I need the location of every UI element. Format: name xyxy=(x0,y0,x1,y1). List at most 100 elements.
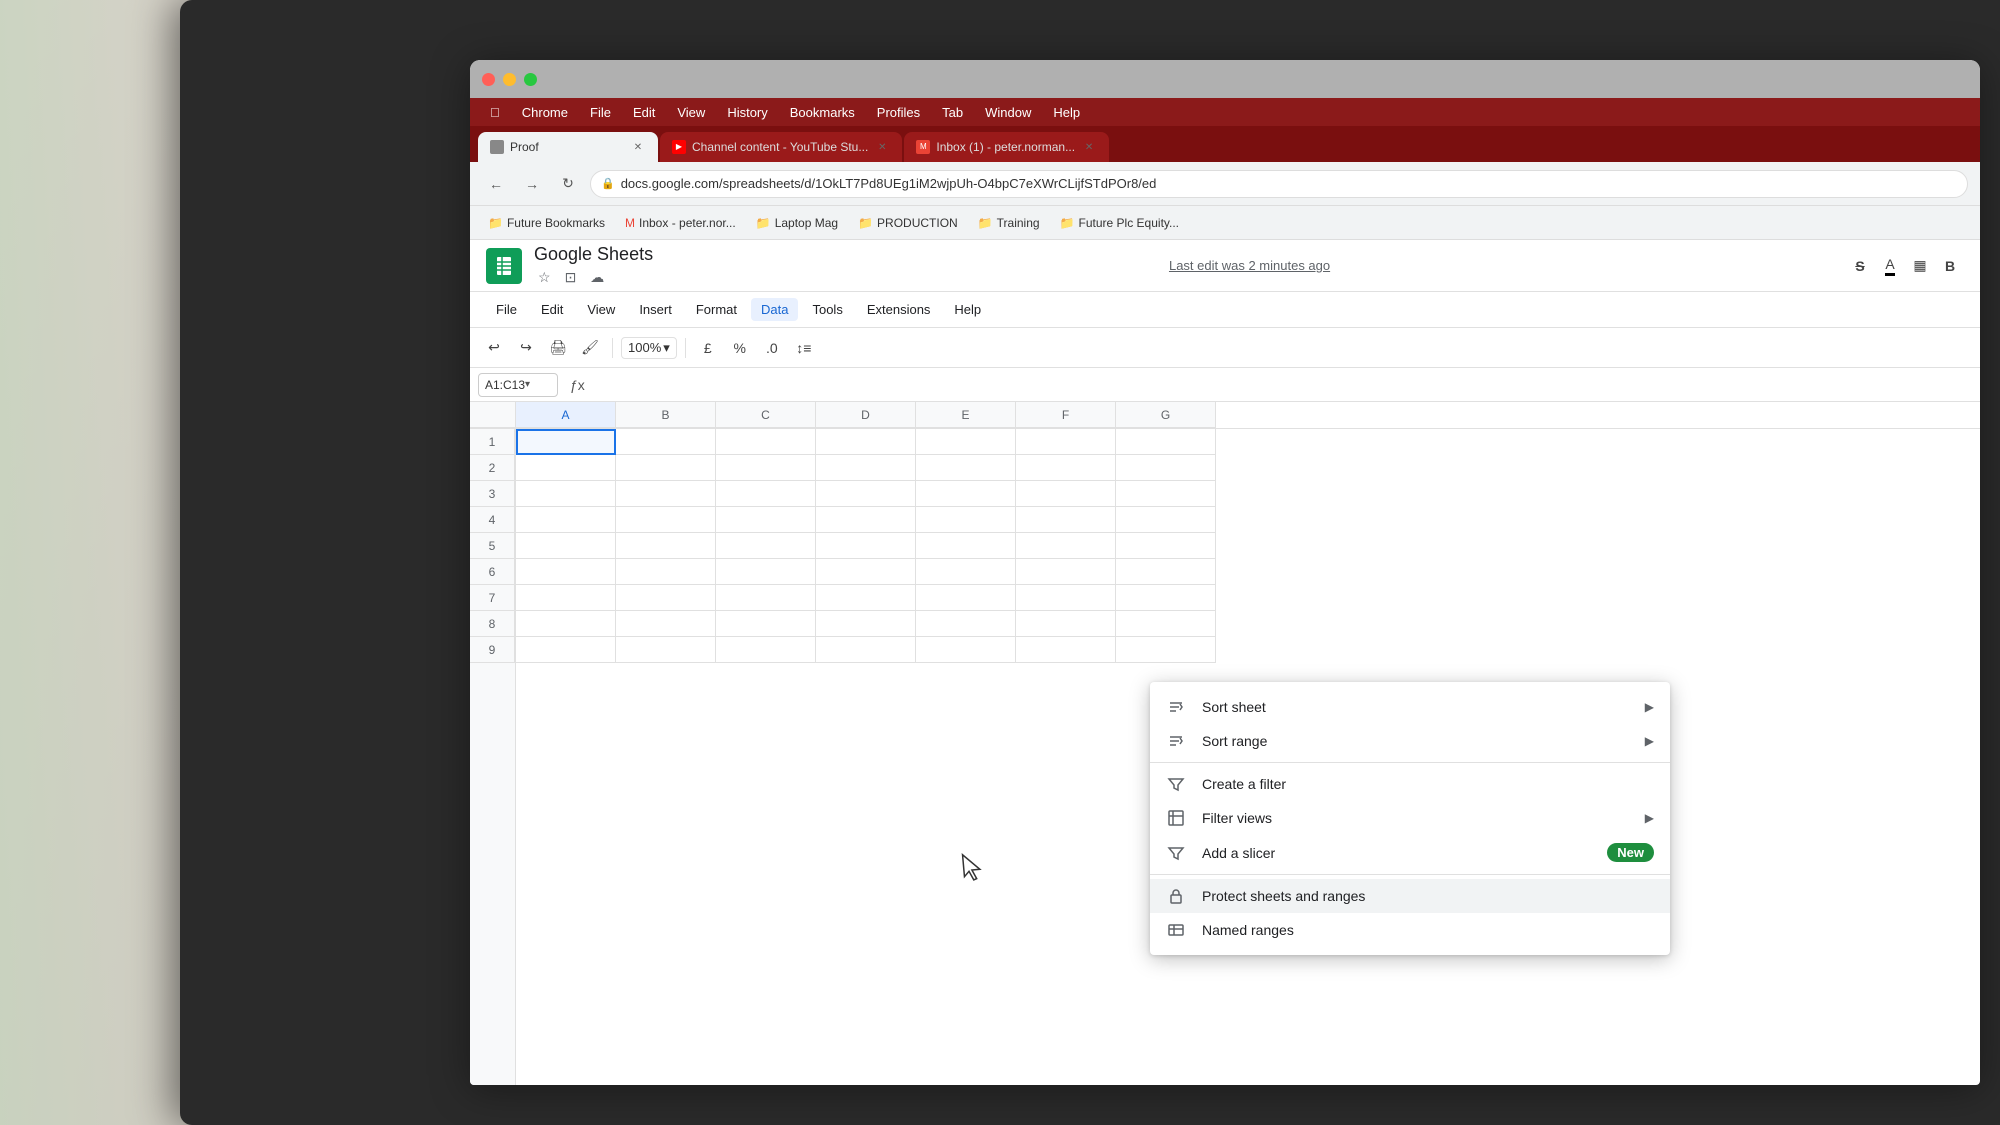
tab-youtube-close[interactable]: ✕ xyxy=(874,139,890,155)
row-header-5[interactable]: 5 xyxy=(470,533,515,559)
edit-menu[interactable]: Edit xyxy=(623,103,665,122)
bookmark-inbox[interactable]: M Inbox - peter.nor... xyxy=(617,213,744,233)
forward-button[interactable]: → xyxy=(518,170,546,198)
bookmark-production[interactable]: 📁 PRODUCTION xyxy=(850,213,966,233)
cell-e4[interactable] xyxy=(916,507,1016,533)
cell-d8[interactable] xyxy=(816,611,916,637)
cell-a6[interactable] xyxy=(516,559,616,585)
row-header-2[interactable]: 2 xyxy=(470,455,515,481)
cell-d5[interactable] xyxy=(816,533,916,559)
cell-f8[interactable] xyxy=(1016,611,1116,637)
tab-gmail-close[interactable]: ✕ xyxy=(1081,139,1097,155)
cell-b3[interactable] xyxy=(616,481,716,507)
cell-f2[interactable] xyxy=(1016,455,1116,481)
redo-button[interactable]: ↪ xyxy=(512,334,540,362)
cell-c5[interactable] xyxy=(716,533,816,559)
more-formats-button[interactable]: ↕≡ xyxy=(790,334,818,362)
cell-e2[interactable] xyxy=(916,455,1016,481)
bold-button[interactable]: B xyxy=(1936,252,1964,280)
address-bar[interactable]: 🔒 docs.google.com/spreadsheets/d/1OkLT7P… xyxy=(590,170,1968,198)
cell-a1[interactable] xyxy=(516,429,616,455)
cell-a3[interactable] xyxy=(516,481,616,507)
cell-g9[interactable] xyxy=(1116,637,1216,663)
cell-g7[interactable] xyxy=(1116,585,1216,611)
cell-b1[interactable] xyxy=(616,429,716,455)
cell-f6[interactable] xyxy=(1016,559,1116,585)
cell-c1[interactable] xyxy=(716,429,816,455)
cell-d4[interactable] xyxy=(816,507,916,533)
col-header-d[interactable]: D xyxy=(816,402,916,428)
tab-menu[interactable]: Tab xyxy=(932,103,973,122)
sheets-edit-menu[interactable]: Edit xyxy=(531,298,573,321)
view-menu[interactable]: View xyxy=(667,103,715,122)
cell-b8[interactable] xyxy=(616,611,716,637)
back-button[interactable]: ← xyxy=(482,170,510,198)
cell-b4[interactable] xyxy=(616,507,716,533)
sheets-insert-menu[interactable]: Insert xyxy=(629,298,682,321)
cell-ref-arrow[interactable]: ▾ xyxy=(525,379,530,390)
cell-d6[interactable] xyxy=(816,559,916,585)
cell-a9[interactable] xyxy=(516,637,616,663)
cell-f1[interactable] xyxy=(1016,429,1116,455)
sheets-view-menu[interactable]: View xyxy=(577,298,625,321)
cell-d2[interactable] xyxy=(816,455,916,481)
cell-d7[interactable] xyxy=(816,585,916,611)
cell-a7[interactable] xyxy=(516,585,616,611)
cell-b5[interactable] xyxy=(616,533,716,559)
sheets-tools-menu[interactable]: Tools xyxy=(802,298,852,321)
percent-button[interactable]: % xyxy=(726,334,754,362)
menu-item-sort-sheet[interactable]: Sort sheet ▶ xyxy=(1150,690,1670,724)
menu-item-sort-range[interactable]: Sort range ▶ xyxy=(1150,724,1670,758)
cell-c3[interactable] xyxy=(716,481,816,507)
bookmark-training[interactable]: 📁 Training xyxy=(970,213,1048,233)
close-window-button[interactable] xyxy=(482,73,495,86)
cell-c6[interactable] xyxy=(716,559,816,585)
currency-button[interactable]: £ xyxy=(694,334,722,362)
history-menu[interactable]: History xyxy=(717,103,777,122)
cell-f9[interactable] xyxy=(1016,637,1116,663)
menu-item-named-ranges[interactable]: Named ranges xyxy=(1150,913,1670,947)
tab-gmail[interactable]: M Inbox (1) - peter.norman... ✕ xyxy=(904,132,1109,162)
tab-proof-close[interactable]: ✕ xyxy=(630,139,646,155)
col-header-a[interactable]: A xyxy=(516,402,616,428)
cell-d3[interactable] xyxy=(816,481,916,507)
cell-e6[interactable] xyxy=(916,559,1016,585)
bookmark-future-plc[interactable]: 📁 Future Plc Equity... xyxy=(1052,213,1187,233)
col-header-e[interactable]: E xyxy=(916,402,1016,428)
cell-e9[interactable] xyxy=(916,637,1016,663)
bookmarks-menu[interactable]: Bookmarks xyxy=(780,103,865,122)
cell-f7[interactable] xyxy=(1016,585,1116,611)
cell-e1[interactable] xyxy=(916,429,1016,455)
cell-g1[interactable] xyxy=(1116,429,1216,455)
row-header-6[interactable]: 6 xyxy=(470,559,515,585)
cell-e3[interactable] xyxy=(916,481,1016,507)
menu-item-create-filter[interactable]: Create a filter xyxy=(1150,767,1670,801)
cell-g3[interactable] xyxy=(1116,481,1216,507)
cell-c4[interactable] xyxy=(716,507,816,533)
highlight-color-button[interactable]: ▦ xyxy=(1906,252,1934,280)
text-color-button[interactable]: A xyxy=(1876,252,1904,280)
apple-menu[interactable]:  xyxy=(480,103,510,122)
cell-c9[interactable] xyxy=(716,637,816,663)
bookmark-laptop[interactable]: 📁 Laptop Mag xyxy=(748,213,846,233)
star-icon[interactable]: ☆ xyxy=(534,267,555,288)
chrome-menu[interactable]: Chrome xyxy=(512,103,578,122)
cell-g6[interactable] xyxy=(1116,559,1216,585)
cell-g8[interactable] xyxy=(1116,611,1216,637)
cell-b7[interactable] xyxy=(616,585,716,611)
maximize-window-button[interactable] xyxy=(524,73,537,86)
paint-format-button[interactable]: 🖌 xyxy=(576,334,604,362)
col-header-c[interactable]: C xyxy=(716,402,816,428)
cell-f3[interactable] xyxy=(1016,481,1116,507)
help-menu[interactable]: Help xyxy=(1043,103,1090,122)
profiles-menu[interactable]: Profiles xyxy=(867,103,930,122)
formula-input[interactable] xyxy=(597,373,1972,397)
cell-a5[interactable] xyxy=(516,533,616,559)
cell-a4[interactable] xyxy=(516,507,616,533)
col-header-b[interactable]: B xyxy=(616,402,716,428)
menu-item-protect-sheets[interactable]: Protect sheets and ranges xyxy=(1150,879,1670,913)
present-icon[interactable]: ⊡ xyxy=(561,267,581,288)
bookmark-future[interactable]: 📁 Future Bookmarks xyxy=(480,213,613,233)
row-header-9[interactable]: 9 xyxy=(470,637,515,663)
undo-button[interactable]: ↩ xyxy=(480,334,508,362)
